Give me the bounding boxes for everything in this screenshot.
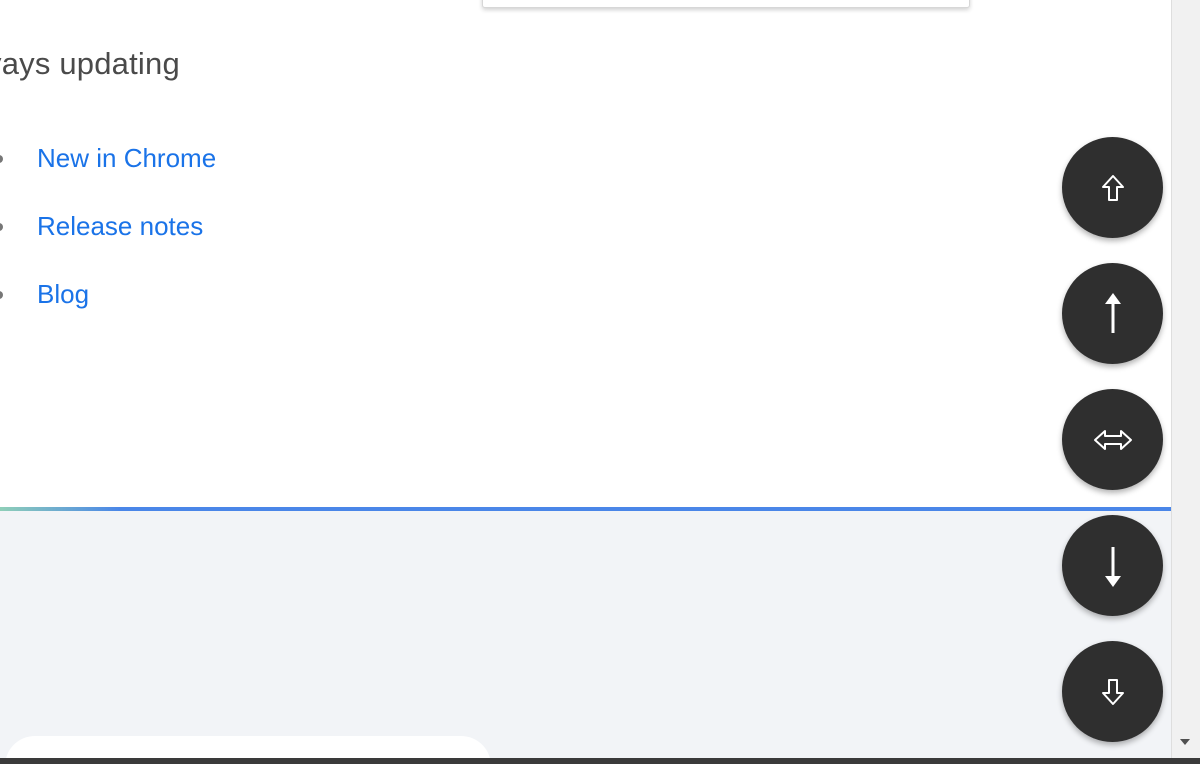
scroll-down-button[interactable] bbox=[1062, 515, 1163, 616]
scroll-up-button[interactable] bbox=[1062, 263, 1163, 364]
bullet-icon bbox=[0, 291, 3, 299]
blog-link[interactable]: Blog bbox=[37, 279, 89, 310]
new-in-chrome-link[interactable]: New in Chrome bbox=[37, 143, 216, 174]
double-arrow-up-outline-icon bbox=[1100, 173, 1126, 203]
top-popup-card bbox=[482, 0, 970, 8]
vertical-scrollbar[interactable] bbox=[1171, 0, 1200, 764]
lower-panel bbox=[0, 511, 1171, 764]
bullet-icon bbox=[0, 155, 3, 163]
scroll-horizontal-button[interactable] bbox=[1062, 389, 1163, 490]
arrow-up-icon bbox=[1101, 292, 1125, 336]
scroll-to-top-button[interactable] bbox=[1062, 137, 1163, 238]
scrollbar-down-arrow-icon[interactable] bbox=[1175, 734, 1195, 750]
left-right-outline-arrow-icon bbox=[1093, 428, 1133, 452]
arrow-down-icon bbox=[1101, 544, 1125, 588]
release-notes-link[interactable]: Release notes bbox=[37, 211, 203, 242]
scroll-to-bottom-button[interactable] bbox=[1062, 641, 1163, 742]
window-bottom-edge bbox=[0, 758, 1200, 764]
double-arrow-down-outline-icon bbox=[1100, 677, 1126, 707]
bullet-icon bbox=[0, 223, 3, 231]
section-heading: vays updating bbox=[0, 46, 180, 81]
browser-viewport: vays updating New in Chrome Release note… bbox=[0, 0, 1200, 764]
